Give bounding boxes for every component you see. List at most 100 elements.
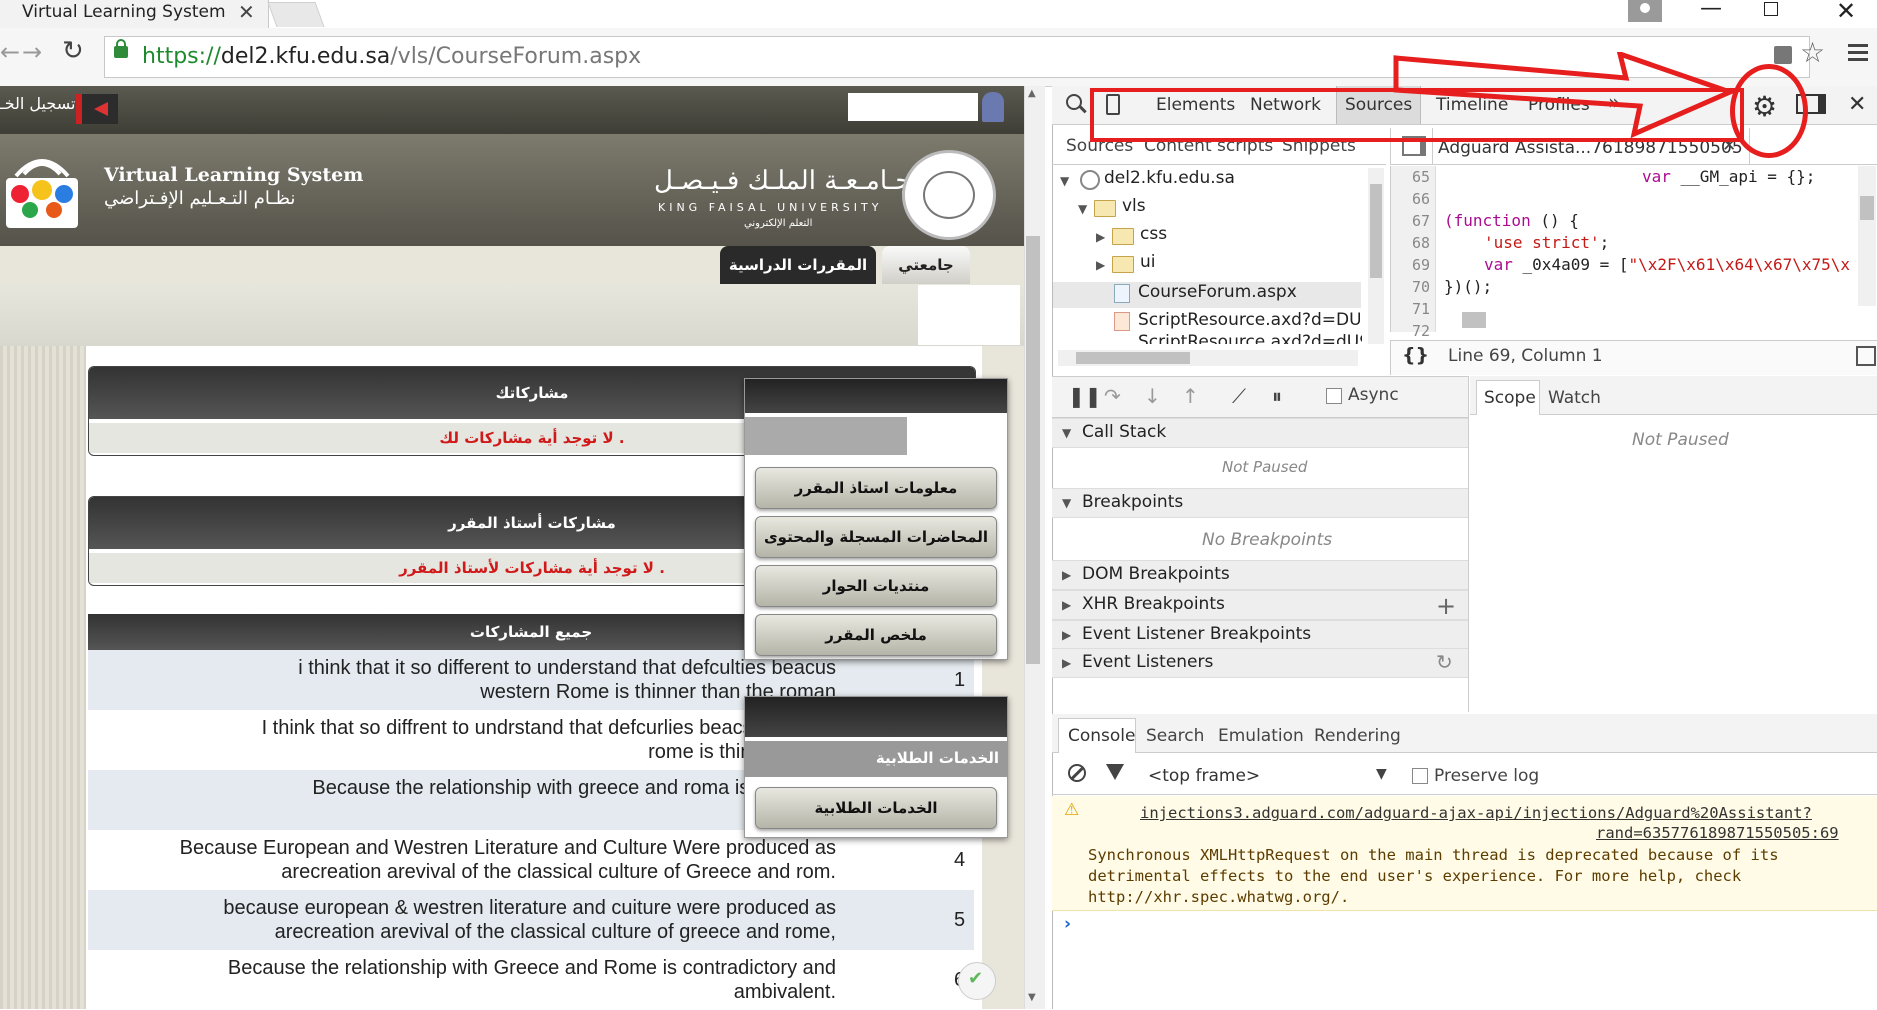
tab-close-icon[interactable]: ✕ bbox=[238, 0, 255, 24]
new-tab-button[interactable] bbox=[267, 2, 325, 27]
scope-pane bbox=[1468, 376, 1877, 712]
add-xhr-breakpoint-icon[interactable]: + bbox=[1436, 592, 1456, 620]
warning-message: Synchronous XMLHttpRequest on the main t… bbox=[1088, 846, 1779, 864]
teacher-info-button[interactable]: معلومات استاذ المقرر bbox=[755, 467, 997, 509]
minimize-icon[interactable]: — bbox=[1700, 0, 1722, 21]
tree-collapse-icon[interactable]: ▶ bbox=[1096, 230, 1105, 244]
url-text[interactable]: https://del2.kfu.edu.sa/vls/CourseForum.… bbox=[142, 44, 641, 69]
warning-source-link-2[interactable]: rand=635776189871550505:69 bbox=[1596, 824, 1839, 842]
code-line-70[interactable]: })(); bbox=[1444, 277, 1492, 296]
code-line-67[interactable]: (function () { bbox=[1444, 211, 1579, 230]
section-collapse-icon[interactable]: ▶ bbox=[1062, 628, 1071, 642]
async-checkbox[interactable] bbox=[1326, 388, 1342, 404]
editor-h-scrollbar-thumb[interactable] bbox=[1462, 312, 1486, 328]
editor-scrollbar[interactable] bbox=[1858, 166, 1876, 306]
forums-button[interactable]: منتديات الحوار bbox=[755, 565, 997, 607]
file-icon bbox=[1114, 284, 1130, 303]
tree-item-vls[interactable]: vls bbox=[1122, 196, 1146, 216]
annotation-arrow bbox=[1393, 52, 1734, 139]
browser-menu-icon[interactable] bbox=[1848, 44, 1868, 65]
adguard-shield-icon[interactable] bbox=[958, 962, 996, 1000]
tree-item-css[interactable]: css bbox=[1140, 224, 1167, 244]
lectures-button[interactable]: المحاضرات المسجلة والمحتوى bbox=[755, 516, 997, 558]
lock-icon[interactable] bbox=[114, 39, 128, 58]
folder-icon bbox=[1112, 256, 1134, 273]
navigator-h-scrollbar-thumb[interactable] bbox=[1076, 352, 1190, 364]
post-row[interactable]: because european & westren literature an… bbox=[88, 890, 974, 950]
step-into-icon[interactable]: ↓ bbox=[1144, 384, 1161, 408]
pretty-print-icon[interactable]: {} bbox=[1402, 344, 1429, 366]
navigator-scrollbar-thumb[interactable] bbox=[1370, 184, 1382, 278]
tab-rendering[interactable]: Rendering bbox=[1314, 726, 1401, 746]
toggle-debugger-icon[interactable] bbox=[1856, 346, 1876, 366]
profile-icon[interactable] bbox=[1628, 0, 1662, 22]
devtools-close-icon[interactable]: ✕ bbox=[1848, 86, 1866, 124]
section-expand-icon[interactable]: ▼ bbox=[1062, 426, 1071, 440]
post-row[interactable]: Because European and Westren Literature … bbox=[88, 830, 974, 890]
restore-icon[interactable] bbox=[1764, 2, 1778, 16]
tree-item-scriptresource-2[interactable]: ScriptResource.axd?d=dU9S bbox=[1138, 334, 1362, 344]
translate-icon[interactable] bbox=[1774, 46, 1792, 64]
back-arrow-icon[interactable]: ← bbox=[0, 38, 20, 66]
refresh-icon[interactable]: ↻ bbox=[1436, 650, 1453, 674]
bookmark-star-icon[interactable]: ☆ bbox=[1800, 36, 1825, 69]
scroll-down-icon[interactable]: ▼ bbox=[1028, 992, 1036, 1003]
tree-expand-icon[interactable]: ▼ bbox=[1060, 174, 1069, 188]
tree-item-host[interactable]: del2.kfu.edu.sa bbox=[1104, 168, 1235, 188]
tab-courses[interactable]: المقررات الدراسية bbox=[720, 246, 876, 284]
university-subtitle: التعلم الإلكتروني bbox=[744, 218, 813, 229]
tree-item-ui[interactable]: ui bbox=[1140, 252, 1156, 272]
step-over-icon[interactable]: ↷ bbox=[1104, 384, 1121, 408]
tree-item-clipped[interactable]: ScriptResource.axd?d=dU9S bbox=[1112, 334, 1362, 344]
tab-search[interactable]: Search bbox=[1146, 726, 1204, 746]
section-collapse-icon[interactable]: ▶ bbox=[1062, 568, 1071, 582]
warning-link-line-1[interactable]: injections3.adguard.com/adguard-ajax-api… bbox=[1140, 804, 1812, 822]
section-collapse-icon[interactable]: ▶ bbox=[1062, 598, 1071, 612]
preserve-log-checkbox[interactable] bbox=[1412, 768, 1428, 784]
warning-source-link[interactable]: injections3.adguard.com/adguard-ajax-api… bbox=[1140, 804, 1812, 822]
window-close-icon[interactable]: ✕ bbox=[1836, 0, 1856, 25]
deactivate-breakpoints-icon[interactable]: ⟋ bbox=[1232, 384, 1246, 408]
frame-select[interactable]: <top frame> bbox=[1148, 766, 1260, 786]
code-line-68[interactable]: 'use strict'; bbox=[1484, 233, 1609, 252]
scroll-up-icon[interactable]: ▲ bbox=[1028, 88, 1036, 99]
page-scrollbar-thumb[interactable] bbox=[1026, 236, 1040, 664]
pause-icon[interactable]: ❚❚ bbox=[1068, 384, 1102, 408]
reload-icon[interactable]: ↻ bbox=[62, 36, 84, 66]
logout-label[interactable]: تسجيل الخـ bbox=[0, 94, 75, 113]
student-services-button[interactable]: الخدمات الطلابية bbox=[755, 787, 997, 829]
vls-title-en: Virtual Learning System bbox=[104, 164, 364, 186]
section-expand-icon[interactable]: ▼ bbox=[1062, 496, 1071, 510]
script-file-icon bbox=[1114, 312, 1130, 331]
console-tab-label: Console bbox=[1068, 726, 1136, 746]
console-prompt[interactable]: › bbox=[1064, 914, 1071, 934]
code-line-69[interactable]: var _0x4a09 = ["\x2F\x61\x64\x67\x75\x bbox=[1484, 255, 1856, 274]
tab-my-university[interactable]: جامعتي bbox=[882, 246, 970, 284]
tree-item-scriptresource[interactable]: ScriptResource.axd?d=DUjXh bbox=[1138, 310, 1360, 330]
post-line: I think that so diffrent to undrstand th… bbox=[261, 717, 836, 739]
line-number: 70 bbox=[1411, 278, 1430, 296]
code-line-65[interactable]: var __GM_api = {}; bbox=[1642, 167, 1815, 186]
clear-console-icon[interactable] bbox=[1068, 764, 1086, 782]
post-row[interactable]: Because the relationship with Greece and… bbox=[88, 950, 974, 1010]
section-collapse-icon[interactable]: ▶ bbox=[1062, 656, 1071, 670]
logout-icon[interactable] bbox=[76, 94, 118, 124]
step-out-icon[interactable]: ↑ bbox=[1182, 384, 1199, 408]
warning-link-line-2[interactable]: rand=635776189871550505:69 bbox=[1596, 824, 1839, 842]
tab-emulation[interactable]: Emulation bbox=[1218, 726, 1304, 746]
pause-on-exceptions-icon[interactable]: ⏸ bbox=[1272, 384, 1282, 408]
filter-icon[interactable] bbox=[1106, 764, 1124, 780]
chevron-down-icon[interactable]: ▼ bbox=[1376, 766, 1387, 782]
vls-logo-icon bbox=[6, 159, 78, 228]
tree-item-courseforum[interactable]: CourseForum.aspx bbox=[1138, 282, 1297, 302]
breakpoints-label: Breakpoints bbox=[1082, 492, 1184, 512]
post-line: ambivalent. bbox=[733, 981, 836, 1003]
tab-watch[interactable]: Watch bbox=[1548, 388, 1601, 408]
forward-arrow-icon[interactable]: → bbox=[22, 38, 42, 66]
inspect-search-icon[interactable] bbox=[1066, 94, 1082, 110]
course-summary-button[interactable]: ملخص المقرر bbox=[755, 614, 997, 656]
sub-bar-blank bbox=[918, 285, 1020, 345]
editor-scrollbar-thumb[interactable] bbox=[1860, 196, 1874, 220]
tree-collapse-icon[interactable]: ▶ bbox=[1096, 258, 1105, 272]
tree-expand-icon[interactable]: ▼ bbox=[1078, 202, 1087, 216]
